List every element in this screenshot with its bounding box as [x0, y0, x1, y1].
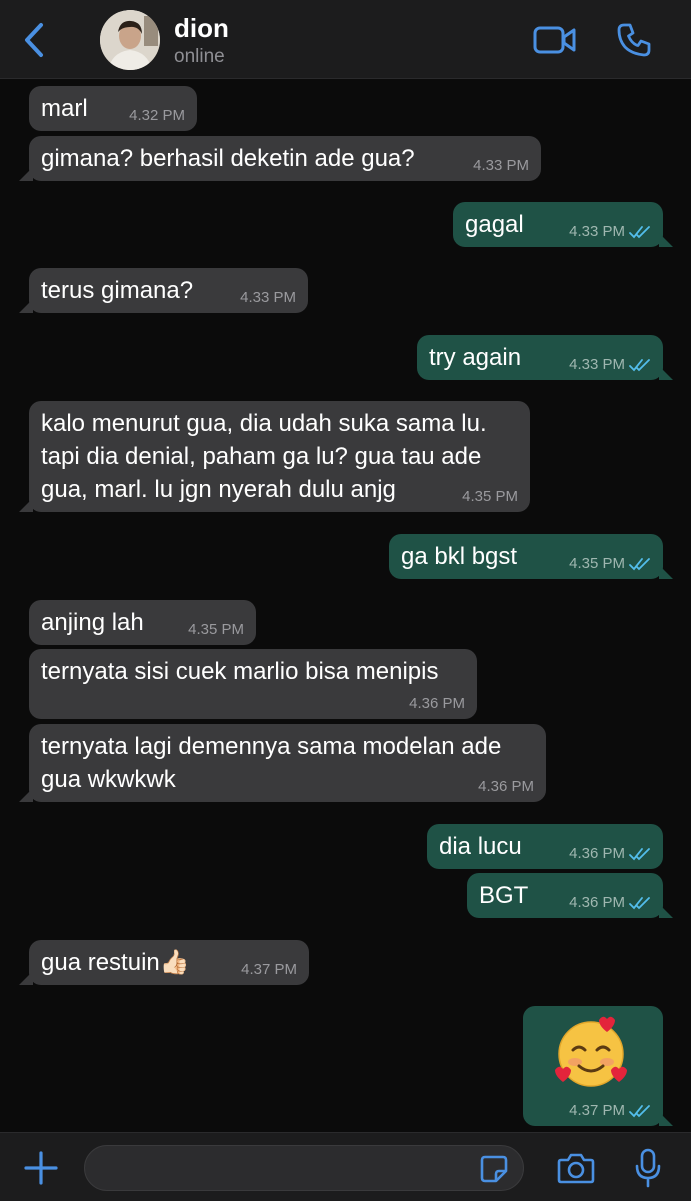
- camera-icon: [557, 1153, 595, 1184]
- back-button[interactable]: [16, 20, 52, 60]
- message-time: 4.35 PM: [188, 621, 244, 638]
- message-bubble-incoming[interactable]: marl 4.32 PM: [29, 86, 197, 131]
- message-bubble-incoming[interactable]: kalo menurut gua, dia udah suka sama lu.…: [19, 401, 530, 512]
- sticker-button[interactable]: [478, 1153, 510, 1185]
- attach-button[interactable]: [22, 1149, 60, 1187]
- phone-icon: [617, 23, 651, 57]
- read-receipt-icon: [629, 359, 650, 372]
- contact-name[interactable]: dion: [174, 13, 229, 44]
- video-call-button[interactable]: [531, 22, 579, 58]
- chevron-left-icon: [25, 23, 43, 57]
- message-input[interactable]: [84, 1145, 524, 1191]
- message-text: terus gimana?: [41, 277, 194, 304]
- message-time: 4.36 PM: [569, 895, 651, 911]
- message-bubble-incoming[interactable]: gua restuin👍🏻 4.37 PM: [19, 940, 309, 985]
- avatar[interactable]: [100, 10, 160, 70]
- message-text: kalo menurut gua, dia udah suka sama lu.…: [41, 410, 487, 503]
- sticker-icon: [480, 1155, 508, 1183]
- message-time: 4.33 PM: [569, 224, 651, 240]
- contact-status: online: [174, 46, 225, 67]
- message-text: gagal: [465, 211, 524, 238]
- message-text: gimana? berhasil deketin ade gua?: [41, 145, 415, 172]
- chat-header: dion online: [0, 0, 691, 79]
- message-bubble-incoming[interactable]: gimana? berhasil deketin ade gua? 4.33 P…: [19, 136, 541, 181]
- message-bubble-outgoing[interactable]: BGT 4.36 PM: [467, 873, 673, 918]
- message-bubble-incoming[interactable]: terus gimana? 4.33 PM: [19, 268, 308, 313]
- message-time: 4.36 PM: [478, 778, 534, 795]
- message-bubble-incoming[interactable]: ternyata lagi demennya sama modelan ade …: [19, 724, 546, 802]
- voice-message-button[interactable]: [632, 1147, 664, 1189]
- message-time: 4.35 PM: [569, 556, 651, 572]
- message-bubble-outgoing[interactable]: 4.37 PM: [523, 1006, 673, 1126]
- message-text: ternyata lagi demennya sama modelan ade …: [41, 733, 502, 793]
- read-receipt-icon: [629, 897, 650, 910]
- read-receipt-icon: [629, 848, 650, 861]
- message-text: dia lucu: [439, 833, 522, 860]
- message-text: BGT: [479, 882, 529, 909]
- message-text: anjing lah: [41, 609, 144, 636]
- message-time: 4.36 PM: [569, 846, 651, 862]
- message-time: 4.37 PM: [241, 961, 297, 978]
- message-time: 4.37 PM: [569, 1103, 651, 1119]
- message-time: 4.32 PM: [129, 107, 185, 124]
- message-time: 4.36 PM: [409, 695, 465, 712]
- composer-bar: [0, 1132, 691, 1201]
- message-text: marl: [41, 95, 88, 122]
- message-bubble-outgoing[interactable]: try again 4.33 PM: [417, 335, 673, 380]
- avatar-photo: [100, 10, 160, 70]
- message-bubble-outgoing[interactable]: dia lucu 4.36 PM: [427, 824, 663, 869]
- camera-button[interactable]: [556, 1151, 596, 1185]
- read-receipt-icon: [629, 1105, 650, 1118]
- message-time: 4.33 PM: [240, 289, 296, 306]
- message-text: gua restuin👍🏻: [41, 949, 190, 976]
- message-text: try again: [429, 344, 522, 371]
- message-list[interactable]: marl 4.32 PM gimana? berhasil deketin ad…: [0, 79, 691, 1132]
- plus-icon: [24, 1151, 58, 1185]
- message-bubble-outgoing[interactable]: gagal 4.33 PM: [453, 202, 673, 247]
- smiling-face-with-hearts-emoji: [555, 1016, 627, 1087]
- message-bubble-incoming[interactable]: ternyata sisi cuek marlio bisa menipis 4…: [29, 649, 477, 719]
- message-time: 4.33 PM: [473, 157, 529, 174]
- video-camera-icon: [533, 26, 576, 54]
- message-time: 4.33 PM: [569, 357, 651, 373]
- message-bubble-outgoing[interactable]: ga bkl bgst 4.35 PM: [389, 534, 673, 579]
- message-text: ternyata sisi cuek marlio bisa menipis: [41, 658, 439, 685]
- microphone-icon: [635, 1148, 661, 1188]
- message-time: 4.35 PM: [462, 488, 518, 505]
- read-receipt-icon: [629, 226, 650, 239]
- message-bubble-incoming[interactable]: anjing lah 4.35 PM: [29, 600, 256, 645]
- message-text: ga bkl bgst: [401, 543, 518, 570]
- read-receipt-icon: [629, 558, 650, 571]
- voice-call-button[interactable]: [614, 20, 654, 60]
